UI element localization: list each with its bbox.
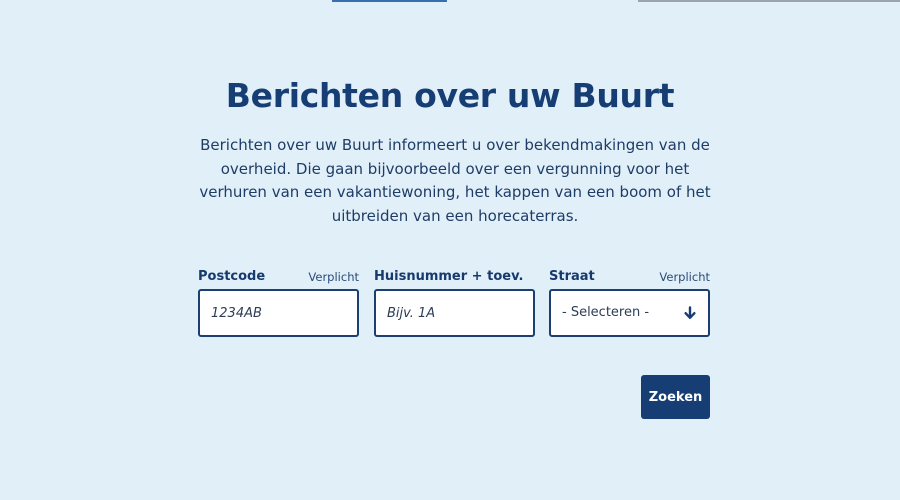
huisnummer-field-header: Huisnummer + toev.	[374, 269, 535, 289]
postcode-input[interactable]	[200, 291, 357, 335]
postcode-required-label: Verplicht	[308, 270, 359, 284]
top-image-fragment	[332, 0, 447, 2]
intro-text: Berichten over uw Buurt informeert u ove…	[199, 136, 711, 225]
huisnummer-field-group: Huisnummer + toev.	[374, 269, 535, 339]
top-image-fragment	[638, 0, 900, 2]
straat-select-value: - Selecteren -	[562, 305, 650, 320]
arrow-down-icon	[684, 306, 696, 319]
postcode-field-header: Postcode Verplicht	[198, 269, 359, 289]
huisnummer-input[interactable]	[376, 291, 533, 335]
search-button[interactable]: Zoeken	[641, 375, 710, 419]
huisnummer-label: Huisnummer + toev.	[374, 269, 524, 284]
postcode-input-box	[198, 289, 359, 337]
huisnummer-input-box	[374, 289, 535, 337]
straat-label: Straat	[549, 269, 595, 284]
straat-required-label: Verplicht	[659, 270, 710, 284]
top-image-strip	[0, 0, 900, 3]
straat-field-group: Straat Verplicht - Selecteren -	[549, 269, 710, 339]
postcode-label: Postcode	[198, 269, 266, 284]
postcode-field-group: Postcode Verplicht	[198, 269, 359, 339]
straat-field-header: Straat Verplicht	[549, 269, 710, 289]
straat-select[interactable]: - Selecteren -	[549, 289, 710, 337]
page-title: Berichten over uw Buurt	[225, 76, 675, 115]
